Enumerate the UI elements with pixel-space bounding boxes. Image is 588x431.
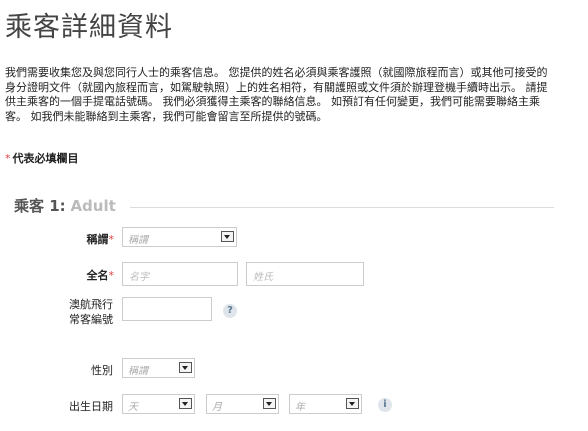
name-label: 全名* [60, 267, 115, 283]
dob-year-select[interactable]: 年 [289, 394, 362, 414]
first-name-input[interactable]: 名字 [122, 262, 238, 286]
help-icon[interactable]: ? [223, 304, 237, 318]
title-select[interactable]: 稱謂 [122, 227, 237, 247]
gender-select[interactable]: 稱謂 [122, 358, 195, 378]
name-label-text: 全名 [86, 269, 109, 282]
gender-label: 性別 [91, 364, 113, 377]
title-label: 稱謂* [60, 231, 115, 247]
frequent-flyer-input[interactable] [122, 297, 212, 321]
info-icon[interactable]: i [378, 398, 392, 412]
passenger-section-title: 乘客 1: Adult [14, 195, 116, 216]
page-title: 乘客詳細資料 [5, 12, 173, 43]
dob-label: 出生日期 [69, 400, 113, 413]
chevron-down-icon [346, 398, 359, 409]
required-note-text: 代表必填欄目 [12, 152, 79, 165]
chevron-down-icon [179, 398, 192, 409]
required-star: * [5, 152, 11, 165]
passenger-number: 乘客 1: [14, 197, 66, 215]
dob-month-value: 月 [212, 402, 222, 413]
frequent-flyer-label-line2: 常客編號 [69, 313, 113, 326]
gender-select-value: 稱謂 [128, 366, 148, 377]
required-note: * 代表必填欄目 [5, 150, 79, 166]
dob-year-value: 年 [295, 402, 305, 413]
title-required-star: * [108, 233, 115, 246]
passenger-type: Adult [70, 197, 116, 215]
frequent-flyer-label-line1: 澳航飛行 [69, 298, 113, 311]
title-select-value: 稱謂 [128, 235, 148, 246]
section-divider [130, 207, 554, 208]
frequent-flyer-label: 澳航飛行 常客編號 [40, 297, 113, 327]
title-label-text: 稱謂 [86, 233, 109, 246]
chevron-down-icon [179, 362, 192, 373]
dob-month-select[interactable]: 月 [206, 394, 279, 414]
last-name-input[interactable]: 姓氏 [246, 262, 364, 286]
dob-day-value: 天 [128, 402, 138, 413]
dob-day-select[interactable]: 天 [122, 394, 195, 414]
intro-text: 我們需要收集您及與您同行人士的乘客信息。 您提供的姓名必須與乘客護照（就國際旅程… [5, 66, 548, 123]
chevron-down-icon [221, 231, 234, 242]
chevron-down-icon [263, 398, 276, 409]
name-required-star: * [108, 269, 115, 282]
